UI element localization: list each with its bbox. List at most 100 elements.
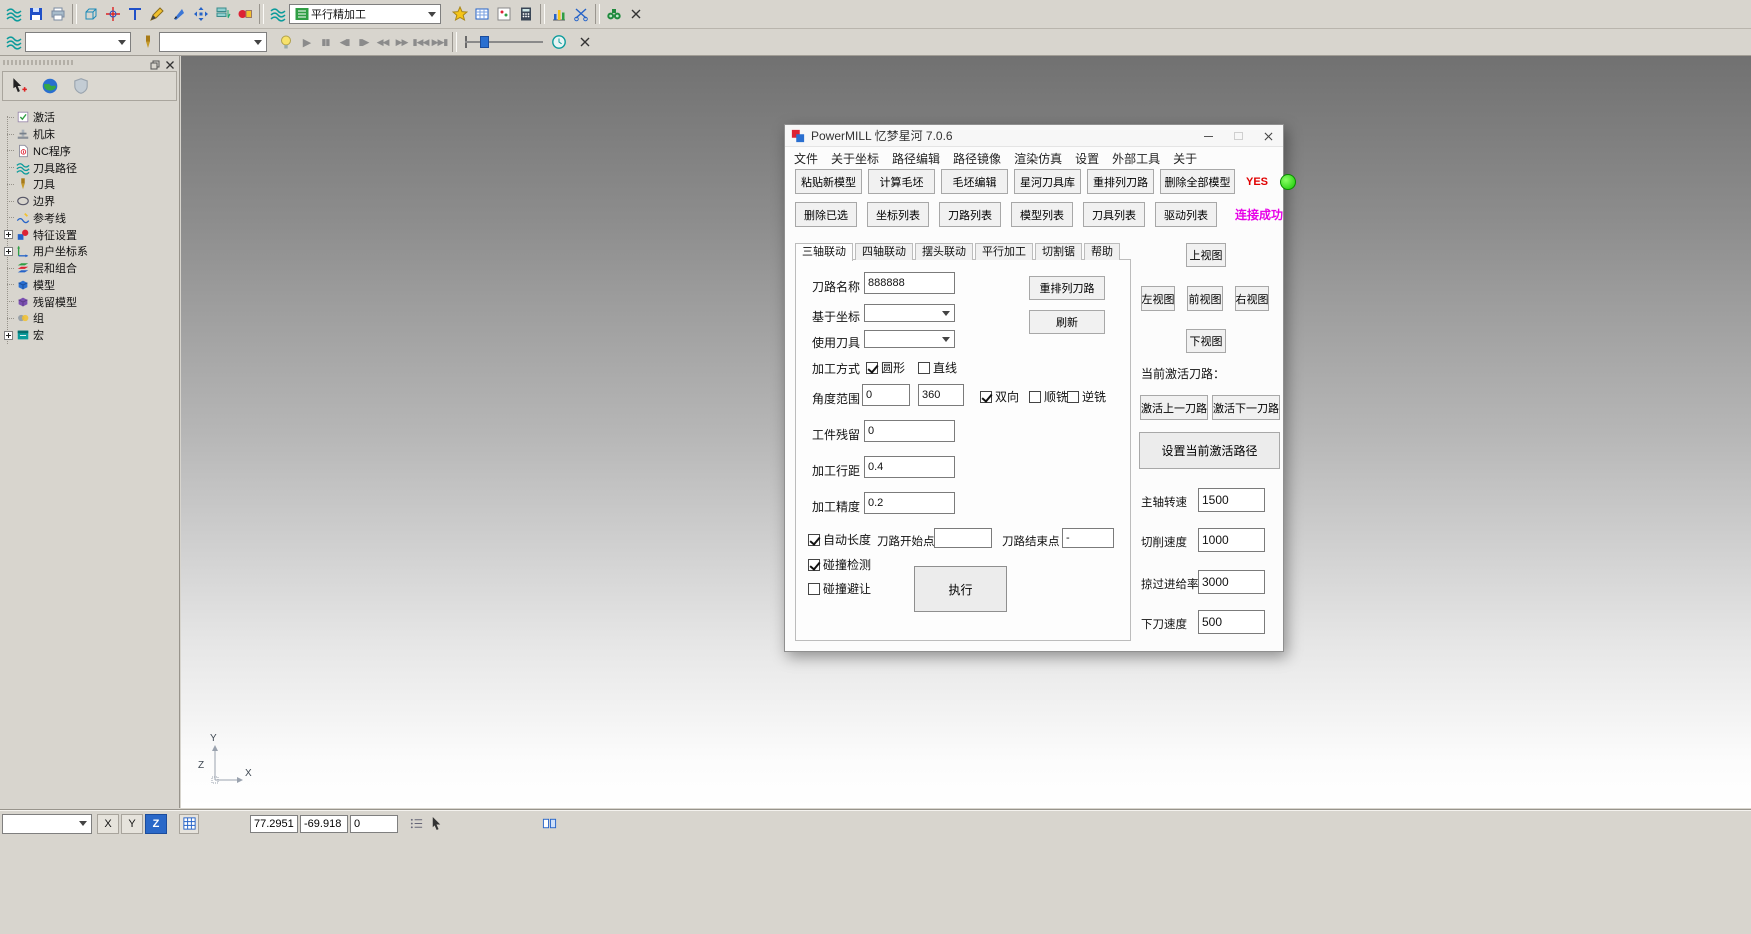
menu-path-edit[interactable]: 路径编辑 xyxy=(892,150,940,167)
cursor-x-input[interactable] xyxy=(250,815,298,833)
collision-avoid-checkbox[interactable] xyxy=(808,583,820,595)
toolpath-icon-2[interactable] xyxy=(267,3,289,25)
angle-max-input[interactable] xyxy=(918,384,964,406)
tab-4axis[interactable]: 四轴联动 xyxy=(855,243,913,260)
datum-icon[interactable] xyxy=(102,3,124,25)
minimize-icon[interactable] xyxy=(1193,125,1223,147)
close-toolbar-icon[interactable] xyxy=(625,3,647,25)
fast-forward-icon[interactable]: ▶▶ xyxy=(392,37,411,48)
tolerance-input[interactable] xyxy=(864,492,955,514)
axis-x-button[interactable]: X xyxy=(97,814,119,834)
view-front-button[interactable]: 前视图 xyxy=(1187,286,1223,311)
toolpath-list-button[interactable]: 刀路列表 xyxy=(939,202,1001,227)
axis-z-button[interactable]: Z xyxy=(145,814,167,834)
tab-saw[interactable]: 切割锯 xyxy=(1035,243,1082,260)
grid-sheet-icon[interactable] xyxy=(471,3,493,25)
cursor-z-input[interactable] xyxy=(350,815,398,833)
play-icon[interactable]: ▶ xyxy=(297,36,316,49)
line-checkbox[interactable] xyxy=(918,362,930,374)
menu-path-mirror[interactable]: 路径镜像 xyxy=(953,150,1001,167)
dialog-titlebar[interactable]: PowerMILL 忆梦星河 7.0.6 xyxy=(785,125,1283,147)
drag-grip[interactable] xyxy=(3,60,73,65)
pen-icon[interactable] xyxy=(168,3,190,25)
tree-item-nc-programs[interactable]: NC程序 xyxy=(2,143,179,160)
refresh-button[interactable]: 刷新 xyxy=(1029,310,1105,334)
compute-block-button[interactable]: 计算毛坯 xyxy=(868,169,935,194)
auto-length-checkbox[interactable] xyxy=(808,534,820,546)
tree-item-activate[interactable]: 激活 xyxy=(2,109,179,126)
stepover-input[interactable] xyxy=(864,456,955,478)
move-icon[interactable] xyxy=(190,3,212,25)
paste-new-model-button[interactable]: 粘贴新模型 xyxy=(795,169,862,194)
simulate-icon[interactable] xyxy=(603,3,625,25)
use-tool-select[interactable] xyxy=(864,330,955,348)
delete-all-models-button[interactable]: 删除全部模型 xyxy=(1160,169,1235,194)
tree-item-stock-models[interactable]: 残留模型 xyxy=(2,293,179,310)
angle-min-input[interactable] xyxy=(862,384,910,406)
bulb-icon[interactable] xyxy=(275,31,297,53)
tree-item-models[interactable]: 模型 xyxy=(2,277,179,294)
board-icon[interactable] xyxy=(493,3,515,25)
end-point-input[interactable] xyxy=(1062,528,1114,548)
tab-help[interactable]: 帮助 xyxy=(1084,243,1120,260)
delete-selected-button[interactable]: 删除已选 xyxy=(795,202,857,227)
maximize-icon[interactable] xyxy=(1223,125,1253,147)
axis-y-button[interactable]: Y xyxy=(121,814,143,834)
step-back-icon[interactable]: ◀▮ xyxy=(335,37,354,48)
go-start-icon[interactable]: ▮◀◀ xyxy=(411,37,430,48)
start-point-input[interactable] xyxy=(934,528,992,548)
expand-icon[interactable] xyxy=(4,247,13,256)
strategy-dropdown[interactable]: 平行精加工 xyxy=(289,4,441,24)
tab-swivel-head[interactable]: 摆头联动 xyxy=(915,243,973,260)
tool-icon[interactable] xyxy=(137,31,159,53)
base-coord-select[interactable] xyxy=(864,304,955,322)
view-bottom-button[interactable]: 下视图 xyxy=(1186,329,1226,353)
tree-item-tools[interactable]: 刀具 xyxy=(2,176,179,193)
tool-select[interactable] xyxy=(159,32,267,52)
select-plus-icon[interactable] xyxy=(8,75,30,97)
model-list-button[interactable]: 模型列表 xyxy=(1011,202,1073,227)
view-right-button[interactable]: 右视图 xyxy=(1235,286,1269,311)
menu-coords[interactable]: 关于坐标 xyxy=(831,150,879,167)
skim-feed-input[interactable] xyxy=(1198,570,1265,594)
tool-library-button[interactable]: 星河刀具库 xyxy=(1014,169,1081,194)
pause-icon[interactable]: ▮▮ xyxy=(316,37,335,48)
menu-file[interactable]: 文件 xyxy=(794,150,818,167)
view-left-button[interactable]: 左视图 xyxy=(1141,286,1175,311)
activate-prev-button[interactable]: 激活上一刀路 xyxy=(1140,395,1208,420)
save-icon[interactable] xyxy=(25,3,47,25)
climb-checkbox[interactable] xyxy=(1029,391,1041,403)
tab-parallel[interactable]: 平行加工 xyxy=(975,243,1033,260)
toolpath-select[interactable] xyxy=(25,32,131,52)
cursor-y-input[interactable] xyxy=(300,815,348,833)
close-toolbar-icon[interactable] xyxy=(574,31,596,53)
cutting-feed-input[interactable] xyxy=(1198,528,1265,552)
step-forward-icon[interactable]: ▮▶ xyxy=(354,37,373,48)
component-icon[interactable] xyxy=(539,814,559,834)
drive-list-button[interactable]: 驱动列表 xyxy=(1155,202,1217,227)
world-icon[interactable] xyxy=(39,75,61,97)
bidirectional-checkbox[interactable] xyxy=(980,391,992,403)
float-panel-icon[interactable] xyxy=(150,57,160,75)
tree-item-boundaries[interactable]: 边界 xyxy=(2,193,179,210)
coord-list-button[interactable]: 坐标列表 xyxy=(867,202,929,227)
collision-check-checkbox[interactable] xyxy=(808,559,820,571)
block-edit-button[interactable]: 毛坯编辑 xyxy=(941,169,1008,194)
status-filter-select[interactable] xyxy=(2,814,92,834)
rearrange-button[interactable]: 重排列刀路 xyxy=(1029,276,1105,300)
menu-settings[interactable]: 设置 xyxy=(1075,150,1099,167)
tree-item-workplanes[interactable]: 用户坐标系 xyxy=(2,243,179,260)
feature-icon[interactable] xyxy=(234,3,256,25)
simulation-speed-slider[interactable] xyxy=(465,32,543,52)
view-top-button[interactable]: 上视图 xyxy=(1186,243,1226,267)
grid-toggle-button[interactable] xyxy=(179,814,199,834)
tree-item-levels-sets[interactable]: 层和组合 xyxy=(2,260,179,277)
set-active-path-button[interactable]: 设置当前激活路径 xyxy=(1139,432,1280,469)
slider-handle[interactable] xyxy=(480,36,489,48)
clip-icon[interactable] xyxy=(570,3,592,25)
tree-item-patterns[interactable]: 参考线 xyxy=(2,210,179,227)
tree-item-machine-tools[interactable]: 机床 xyxy=(2,126,179,143)
pointer-icon[interactable] xyxy=(426,814,446,834)
spindle-speed-input[interactable] xyxy=(1198,488,1265,512)
chart-icon[interactable] xyxy=(548,3,570,25)
